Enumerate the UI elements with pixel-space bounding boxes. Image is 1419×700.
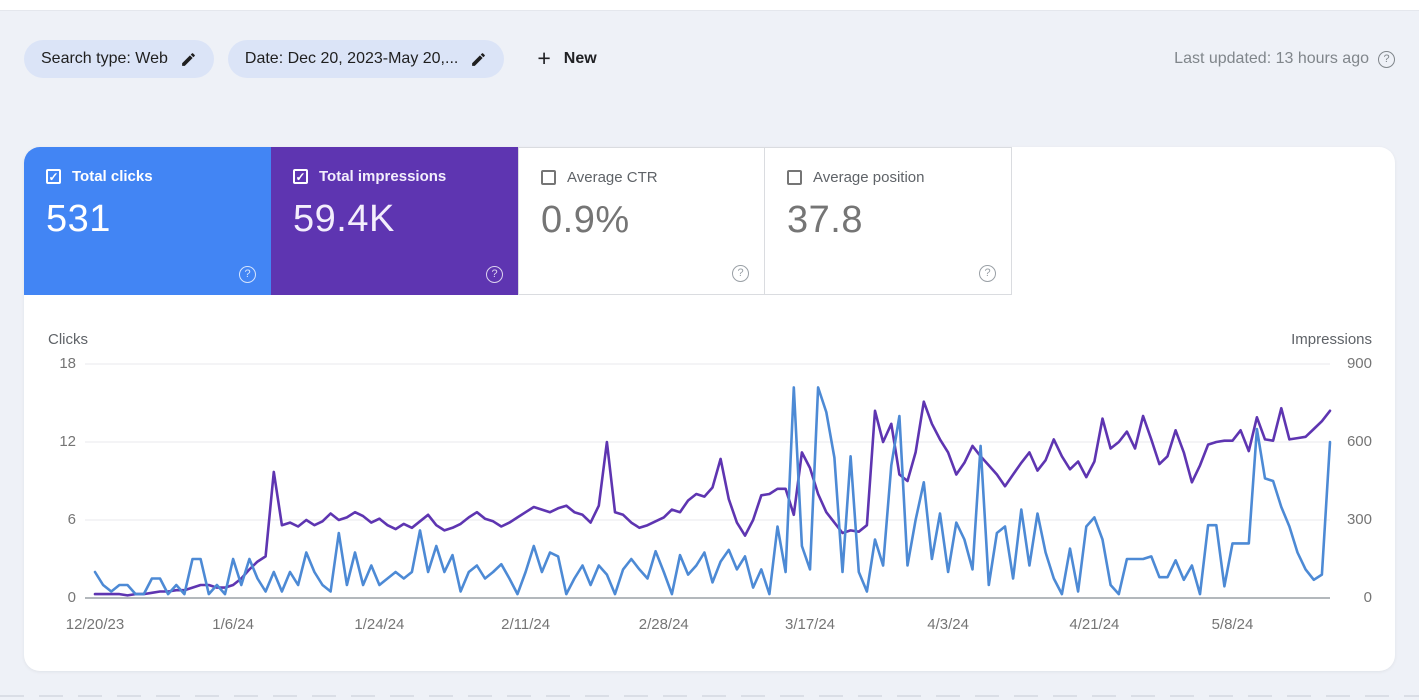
metric-value: 0.9% — [541, 199, 630, 241]
metric-value: 37.8 — [787, 199, 863, 241]
y-axis-tick-clicks: 12 — [59, 433, 76, 450]
help-icon[interactable]: ? — [486, 266, 503, 283]
metric-label: Average CTR — [567, 169, 658, 186]
y-axis-tick-clicks: 18 — [59, 355, 76, 372]
metric-label: Total impressions — [319, 168, 447, 185]
y-axis-tick-clicks: 6 — [67, 511, 76, 528]
search-type-chip-label: Search type: Web — [41, 50, 168, 67]
metric-label: Total clicks — [72, 168, 153, 185]
help-icon[interactable]: ? — [979, 265, 996, 282]
metric-cards-row: ✓ Total clicks 531 ? ✓ Total impressions… — [24, 147, 1395, 295]
last-updated-text: Last updated: 13 hours ago — [1174, 50, 1369, 67]
metric-label: Average position — [813, 169, 925, 186]
impressions-line — [93, 400, 1332, 597]
last-updated-status: Last updated: 13 hours ago ? — [1174, 50, 1395, 68]
average-ctr-card[interactable]: Average CTR 0.9% ? — [518, 147, 765, 295]
edit-pencil-icon[interactable] — [470, 51, 487, 68]
right-axis-label: Impressions — [1291, 331, 1372, 348]
y-axis-tick-impressions: 0 — [1363, 589, 1372, 606]
date-filter-chip[interactable]: Date: Dec 20, 2023-May 20,... — [227, 40, 505, 78]
left-axis-label: Clicks — [48, 331, 88, 348]
y-axis-tick-impressions: 600 — [1346, 433, 1372, 450]
new-filter-button[interactable]: + New — [531, 44, 602, 71]
help-icon[interactable]: ? — [732, 265, 749, 282]
metric-value: 531 — [46, 198, 111, 240]
x-axis-tick-date: 4/3/24 — [927, 616, 969, 633]
y-axis-tick-impressions: 300 — [1346, 511, 1372, 528]
edit-pencil-icon[interactable] — [180, 51, 197, 68]
chart-plot-area — [85, 363, 1332, 599]
help-icon[interactable]: ? — [1378, 50, 1395, 68]
total-impressions-checkbox[interactable]: ✓ — [293, 169, 308, 184]
x-axis-tick-date: 1/24/24 — [354, 616, 405, 633]
x-axis-tick-date: 5/8/24 — [1211, 616, 1254, 633]
y-axis-tick-impressions: 900 — [1346, 355, 1372, 372]
x-axis-tick-date: 4/21/24 — [1069, 616, 1120, 633]
average-position-card[interactable]: Average position 37.8 ? — [765, 147, 1012, 295]
next-section-edge — [0, 695, 1419, 697]
help-icon[interactable]: ? — [239, 266, 256, 283]
average-position-checkbox[interactable] — [787, 170, 802, 185]
x-axis-tick-date: 1/6/24 — [212, 616, 254, 633]
date-chip-label: Date: Dec 20, 2023-May 20,... — [244, 50, 459, 67]
search-type-filter-chip[interactable]: Search type: Web — [24, 40, 214, 78]
filter-bar: Search type: Web Date: Dec 20, 2023-May … — [24, 40, 1395, 78]
total-clicks-card[interactable]: ✓ Total clicks 531 ? — [24, 147, 271, 295]
x-axis-tick-date: 3/17/24 — [784, 616, 836, 633]
y-axis-tick-clicks: 0 — [67, 589, 76, 606]
total-impressions-card[interactable]: ✓ Total impressions 59.4K ? — [271, 147, 518, 295]
x-axis-tick-date: 2/11/24 — [501, 616, 551, 633]
average-ctr-checkbox[interactable] — [541, 170, 556, 185]
top-divider — [0, 0, 1419, 11]
x-axis-tick-date: 2/28/24 — [638, 616, 689, 633]
metric-value: 59.4K — [293, 198, 395, 240]
performance-chart: Clicks Impressions 18 900 12 600 6 300 0 0 12/20… — [24, 295, 1395, 671]
x-axis-tick-date: 12/20/23 — [65, 616, 125, 633]
plus-icon: + — [537, 44, 551, 71]
new-button-label: New — [563, 50, 597, 67]
total-clicks-checkbox[interactable]: ✓ — [46, 169, 61, 184]
performance-panel: ✓ Total clicks 531 ? ✓ Total impressions… — [24, 147, 1395, 671]
